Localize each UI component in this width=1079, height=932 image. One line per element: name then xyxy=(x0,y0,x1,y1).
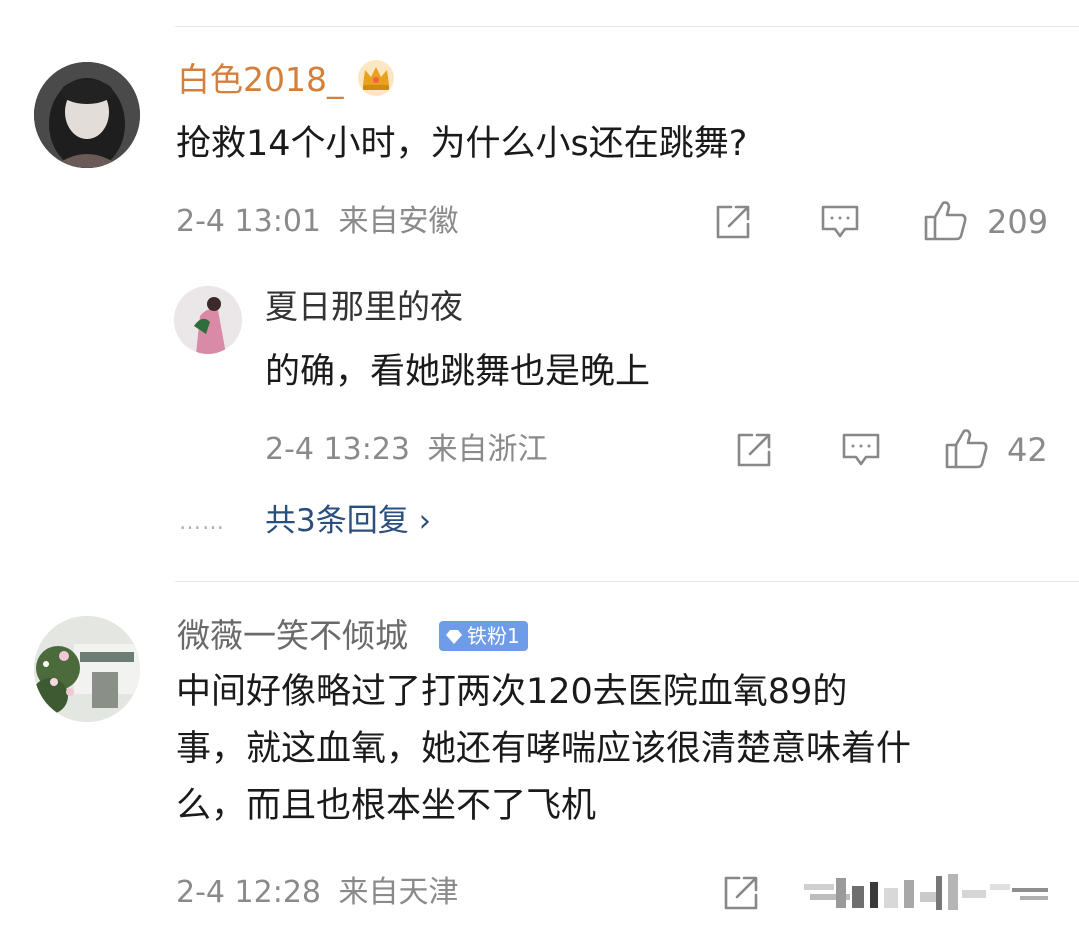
time-text: 2-4 13:01 xyxy=(176,204,321,239)
location-text: 来自天津 xyxy=(338,875,459,910)
like-icon[interactable] xyxy=(923,198,969,242)
location-text: 来自浙江 xyxy=(427,432,548,467)
more-dots: …… xyxy=(179,510,225,535)
time-text: 2-4 13:23 xyxy=(265,432,410,467)
reply-text: 的确，看她跳舞也是晚上 xyxy=(265,352,651,392)
time-text: 2-4 12:28 xyxy=(176,875,321,910)
comment-text-line: 么，而且也根本坐不了飞机 xyxy=(176,786,597,826)
reply-username[interactable]: 夏日那里的夜 xyxy=(265,287,463,327)
like-count: 209 xyxy=(987,203,1049,241)
reply-avatar[interactable] xyxy=(174,286,242,354)
comment-text: 抢救14个小时，为什么小s还在跳舞? xyxy=(176,124,748,164)
comment-time: 2-4 12:28 来自天津 xyxy=(176,875,459,911)
comment-divider xyxy=(175,581,1079,582)
comment-username[interactable]: 微薇一笑不倾城 xyxy=(177,616,408,656)
crown-icon xyxy=(356,58,396,98)
more-replies-link[interactable]: 共3条回复 › xyxy=(265,503,431,539)
watermark-icon xyxy=(800,868,1058,914)
share-icon[interactable] xyxy=(713,202,753,242)
comment-text: 中间好像略过了打两次120去医院血氧89的 事，就这血氧，她还有哮喘应该很清楚意… xyxy=(176,664,1056,835)
reply-time: 2-4 13:23 来自浙江 xyxy=(265,432,548,468)
avatar[interactable] xyxy=(34,616,140,722)
comment-time: 2-4 13:01 来自安徽 xyxy=(176,204,459,240)
badge-label: 铁粉1 xyxy=(467,624,520,648)
like-count: 42 xyxy=(1007,431,1048,469)
comment-icon[interactable] xyxy=(841,432,881,468)
comment-username[interactable]: 白色2018_ xyxy=(177,60,343,100)
diamond-icon xyxy=(445,621,463,651)
avatar[interactable] xyxy=(34,62,140,168)
comment-text-line: 中间好像略过了打两次120去医院血氧89的 xyxy=(176,672,848,712)
share-icon[interactable] xyxy=(734,430,774,470)
like-icon[interactable] xyxy=(944,426,990,470)
top-divider xyxy=(175,26,1079,27)
share-icon[interactable] xyxy=(721,873,761,913)
comment-text-line: 事，就这血氧，她还有哮喘应该很清楚意味着什 xyxy=(176,729,912,769)
fan-badge: 铁粉1 xyxy=(439,621,528,651)
comment-icon[interactable] xyxy=(820,204,860,240)
location-text: 来自安徽 xyxy=(338,204,459,239)
